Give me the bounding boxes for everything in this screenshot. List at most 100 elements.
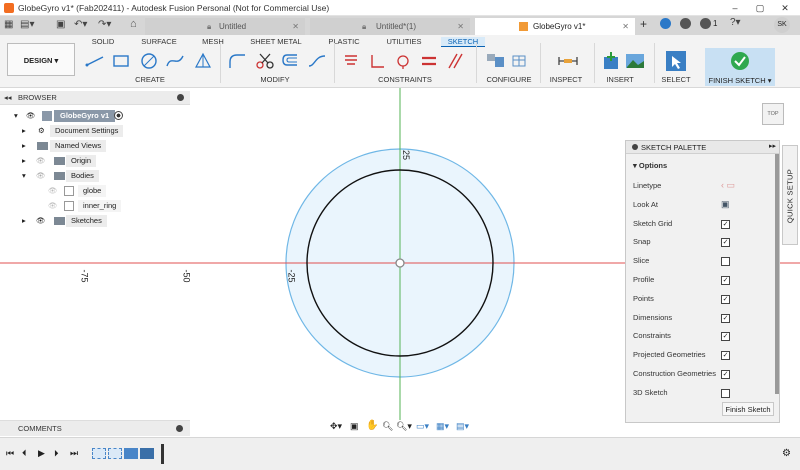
tab-solid[interactable]: SOLID (88, 37, 118, 47)
rectangle-tool-icon[interactable] (110, 50, 132, 72)
spline-tool-icon[interactable] (164, 50, 186, 72)
create-menu[interactable]: CREATE (130, 75, 170, 84)
look-at-icon[interactable]: ▣ (721, 199, 730, 210)
tab-untitled-1[interactable]: 🔒︎ Untitled*(1) ✕ (310, 18, 470, 35)
tab-plastic[interactable]: PLASTIC (326, 37, 362, 47)
visibility-icon[interactable]: 👁︎ (26, 110, 36, 122)
quick-setup-tab[interactable]: QUICK SETUP (782, 145, 798, 245)
palette-menu-icon[interactable] (632, 144, 638, 150)
close-button[interactable]: ✕ (772, 1, 798, 15)
zoom-window-icon[interactable]: 🔍︎▾ (396, 421, 412, 432)
step-forward-icon[interactable]: ⏵ (54, 448, 59, 459)
configure-menu[interactable]: CONFIGURE (484, 75, 534, 84)
workspace-dropdown[interactable]: DESIGN ▾ (7, 43, 75, 76)
visibility-off-icon[interactable]: 👁︎ (48, 185, 58, 197)
close-tab-icon[interactable]: ✕ (292, 18, 299, 35)
add-comment-icon[interactable] (176, 425, 183, 432)
tab-mesh[interactable]: MESH (198, 37, 228, 47)
conic-tool-icon[interactable] (306, 50, 328, 72)
tab-sheet-metal[interactable]: SHEET METAL (246, 37, 306, 47)
insert-image-icon[interactable] (624, 50, 646, 72)
visibility-icon[interactable]: 👁︎ (36, 215, 46, 227)
inspect-menu[interactable]: INSPECT (546, 75, 586, 84)
avatar[interactable]: SK (774, 17, 790, 33)
timeline-sketch-feature-icon[interactable] (92, 448, 106, 459)
step-back-icon[interactable]: ⏴ (22, 448, 27, 459)
undo-button[interactable]: ↶▾ (74, 19, 87, 30)
constraints-checkbox[interactable]: ✓ (721, 332, 730, 342)
grid-settings-icon[interactable]: ▦▾ (436, 421, 449, 432)
perpendicular-constraint-icon[interactable] (366, 50, 388, 72)
tab-globegyro[interactable]: GlobeGyro v1* ✕ (475, 18, 635, 35)
visibility-off-icon[interactable]: 👁︎ (48, 200, 58, 212)
profile-checkbox[interactable]: ✓ (721, 276, 730, 285)
redo-button[interactable]: ↷▾ (98, 19, 111, 30)
display-settings-icon[interactable]: ▭▾ (416, 421, 429, 432)
line-tool-icon[interactable] (84, 50, 106, 72)
finish-sketch-palette-button[interactable]: Finish Sketch (722, 402, 774, 416)
minimize-button[interactable]: – (722, 1, 748, 15)
insert-menu[interactable]: INSERT (600, 75, 640, 84)
table-icon[interactable] (508, 50, 530, 72)
close-tab-icon[interactable]: ✕ (622, 18, 629, 35)
play-icon[interactable]: ▶ (38, 448, 45, 459)
offset-tool-icon[interactable] (280, 50, 302, 72)
active-radio-icon[interactable] (114, 111, 123, 120)
job-status-icon[interactable] (680, 18, 691, 29)
constraints-menu[interactable]: CONSTRAINTS (375, 75, 435, 84)
select-menu[interactable]: SELECT (656, 75, 696, 84)
insert-icon[interactable] (600, 50, 622, 72)
options-section[interactable]: ▾ Options (633, 161, 667, 170)
maximize-button[interactable]: ▢ (747, 1, 773, 15)
collapse-icon[interactable]: ◂◂ (4, 91, 12, 105)
file-menu-button[interactable]: ▤▾ (20, 19, 34, 30)
fillet-tool-icon[interactable] (226, 50, 248, 72)
tab-untitled[interactable]: 🔒︎ Untitled ✕ (145, 18, 305, 35)
orbit-icon[interactable]: ✥▾ (330, 421, 342, 432)
origin-point[interactable] (395, 258, 405, 268)
sketch-grid-checkbox[interactable]: ✓ (721, 219, 730, 229)
modify-menu[interactable]: MODIFY (255, 75, 295, 84)
save-icon[interactable]: ▣ (56, 19, 65, 30)
construction-geometries-checkbox[interactable]: ✓ (721, 370, 730, 379)
tangent-constraint-icon[interactable] (392, 50, 414, 72)
app-menu-icon[interactable]: ▦ (4, 19, 13, 30)
visibility-off-icon[interactable]: 👁︎ (36, 170, 46, 182)
dimensions-checkbox[interactable]: ✓ (721, 313, 730, 323)
extensions-icon[interactable] (660, 18, 671, 29)
trim-tool-icon[interactable] (254, 50, 276, 72)
zoom-icon[interactable]: 🔍︎ (382, 421, 393, 432)
look-at-icon[interactable]: ▣ (350, 421, 359, 432)
3d-sketch-checkbox[interactable] (721, 388, 730, 398)
view-cube[interactable]: TOP (762, 103, 784, 125)
tab-sketch[interactable]: SKETCH (441, 37, 485, 47)
configure-icon[interactable] (484, 50, 508, 72)
home-icon[interactable]: ⌂ (130, 18, 137, 30)
timeline-marker[interactable] (161, 444, 164, 464)
notifications-icon[interactable] (700, 18, 711, 29)
new-tab-button[interactable]: + (640, 17, 647, 31)
measure-icon[interactable] (556, 50, 580, 72)
linetype-icon[interactable]: ‹ ▭ (721, 180, 735, 191)
expand-icon[interactable]: ▸▸ (769, 142, 776, 150)
go-to-end-icon[interactable]: ⏭ (70, 448, 78, 459)
select-icon[interactable] (665, 50, 687, 72)
equal-constraint-icon[interactable] (418, 50, 440, 72)
pan-icon[interactable]: ✋ (366, 420, 378, 431)
parallel-constraint-icon[interactable] (444, 50, 466, 72)
slice-checkbox[interactable] (721, 257, 730, 267)
timeline-settings-icon[interactable]: ⚙ (782, 448, 791, 459)
visibility-off-icon[interactable]: 👁︎ (36, 155, 46, 167)
help-icon[interactable]: ?▾ (730, 17, 741, 28)
finish-sketch-button[interactable]: FINISH SKETCH ▾ (705, 48, 775, 86)
fix-constraint-icon[interactable] (340, 50, 362, 72)
palette-scrollbar[interactable] (775, 154, 779, 394)
timeline-extrude-feature-icon[interactable] (140, 448, 154, 459)
close-tab-icon[interactable]: ✕ (457, 18, 464, 35)
timeline-sketch-feature-icon[interactable] (108, 448, 122, 459)
projected-geometries-checkbox[interactable]: ✓ (721, 351, 730, 361)
tab-utilities[interactable]: UTILITIES (384, 37, 424, 47)
points-checkbox[interactable]: ✓ (721, 294, 730, 304)
panel-menu-icon[interactable] (177, 94, 184, 101)
triangle-tool-icon[interactable] (192, 50, 214, 72)
